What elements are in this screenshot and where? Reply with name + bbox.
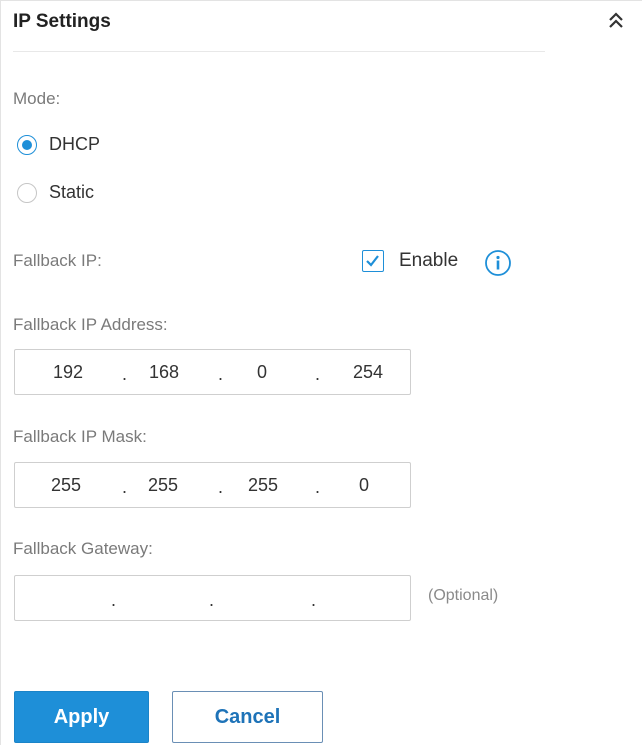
static-radio[interactable] (17, 183, 37, 203)
octet-separator: . (122, 477, 128, 497)
octet-separator: . (315, 477, 321, 497)
fallback-ip-mask-label: Fallback IP Mask: (13, 427, 147, 446)
octet-separator: . (311, 590, 317, 610)
enable-checkbox[interactable] (362, 250, 384, 272)
address-octet-1[interactable] (37, 350, 99, 394)
mode-label: Mode: (13, 89, 61, 108)
octet-separator: . (218, 364, 224, 384)
mask-octet-4[interactable] (333, 463, 395, 507)
octet-separator: . (218, 477, 224, 497)
panel-header: IP Settings (13, 9, 625, 39)
fallback-ip-address-field: . . . (14, 349, 411, 395)
gateway-octet-3[interactable] (232, 576, 294, 620)
mask-octet-1[interactable] (35, 463, 97, 507)
apply-button[interactable]: Apply (14, 691, 149, 743)
cancel-button[interactable]: Cancel (172, 691, 323, 743)
collapse-button[interactable] (603, 7, 629, 35)
dhcp-radio-label: DHCP (49, 134, 101, 154)
static-radio-label: Static (49, 182, 95, 202)
octet-separator: . (315, 364, 321, 384)
fallback-ip-address-label: Fallback IP Address: (13, 315, 168, 334)
header-divider (13, 51, 545, 52)
mask-octet-2[interactable] (132, 463, 194, 507)
octet-separator: . (209, 590, 215, 610)
fallback-gateway-label: Fallback Gateway: (13, 539, 153, 558)
dhcp-radio[interactable] (17, 135, 37, 155)
address-octet-4[interactable] (337, 350, 399, 394)
fallback-ip-label: Fallback IP: (13, 251, 102, 270)
panel-title: IP Settings (13, 11, 111, 32)
gateway-octet-2[interactable] (132, 576, 194, 620)
gateway-optional-hint: (Optional) (428, 587, 499, 604)
checkmark-icon (366, 255, 379, 267)
octet-separator: . (122, 364, 128, 384)
ip-settings-panel: IP Settings Mode: DHCP Static Fallback I… (0, 0, 642, 745)
address-octet-2[interactable] (133, 350, 195, 394)
octet-separator: . (111, 590, 117, 610)
gateway-octet-1[interactable] (35, 576, 97, 620)
fallback-gateway-field: . . . (14, 575, 411, 621)
gateway-octet-4[interactable] (333, 576, 395, 620)
info-icon[interactable] (484, 249, 512, 277)
fallback-ip-mask-field: . . . (14, 462, 411, 508)
mask-octet-3[interactable] (232, 463, 294, 507)
address-octet-3[interactable] (231, 350, 293, 394)
enable-label: Enable (399, 250, 459, 271)
double-chevron-up-icon (609, 12, 623, 28)
